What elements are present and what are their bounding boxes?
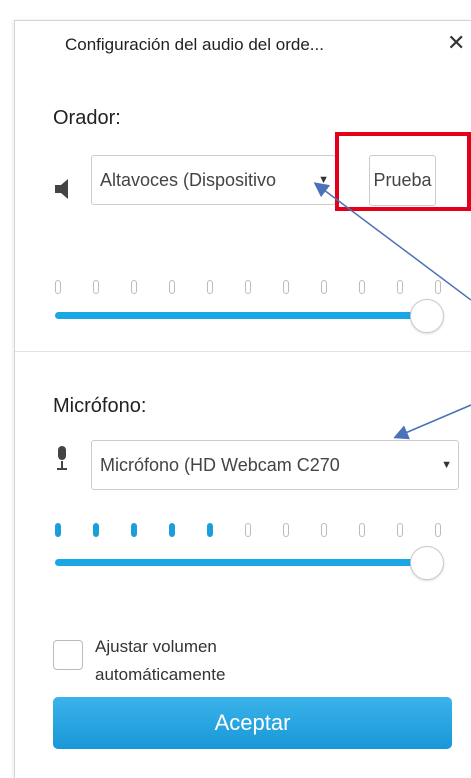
annotation-arrows [313, 182, 471, 440]
annotation-arrow-speaker [313, 182, 471, 301]
annotation-arrow-microphone [393, 404, 471, 440]
